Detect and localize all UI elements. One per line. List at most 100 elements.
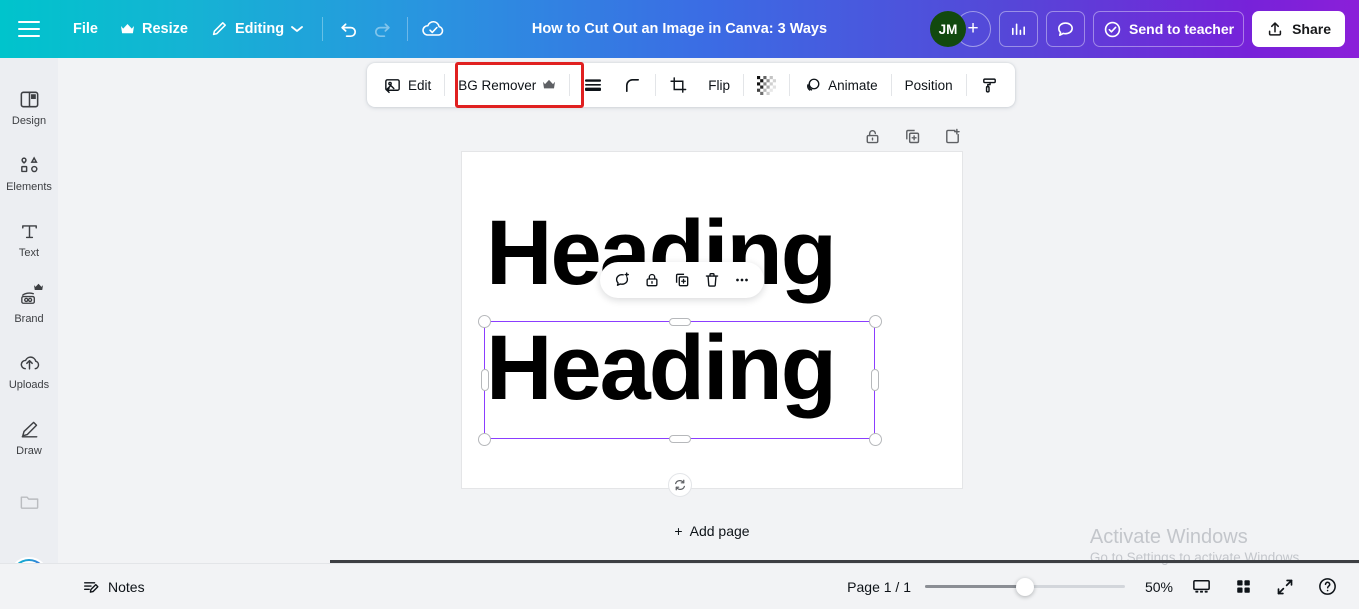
sidebar-item-label-text: Text: [18, 246, 40, 259]
toolbar-sep-5: [789, 74, 791, 96]
resize-handle-middle-right[interactable]: [870, 369, 879, 391]
lock-open-icon: [863, 127, 882, 146]
grid-view-icon: [1234, 577, 1253, 596]
undo-button[interactable]: [331, 12, 365, 46]
line-weight-icon: [583, 76, 603, 94]
check-circle-icon: [1103, 20, 1122, 39]
sidebar-item-draw[interactable]: Draw: [0, 404, 58, 470]
sidebar-item-label-design: Design: [11, 114, 47, 127]
animate-circles-icon: [803, 76, 822, 95]
sidebar-item-label-elements: Elements: [6, 180, 52, 193]
resize-handle-top-center[interactable]: [668, 317, 691, 326]
watermark-title: Activate Windows: [1089, 526, 1248, 548]
zoom-level-value[interactable]: 50%: [1139, 579, 1173, 595]
share-button[interactable]: Share: [1252, 11, 1345, 47]
folder-icon: [18, 490, 41, 513]
fullscreen-button[interactable]: [1271, 573, 1299, 601]
resize-handle-bottom-center[interactable]: [668, 434, 691, 443]
sidebar-item-projects[interactable]: [0, 470, 58, 536]
grid-view-button[interactable]: [1229, 573, 1257, 601]
resize-handle-top-right[interactable]: [868, 314, 882, 328]
page-tools: [858, 122, 966, 150]
left-sidebar-rail: Design Elements Text Brand Uploads Draw: [0, 58, 58, 609]
upload-icon: [1266, 20, 1284, 38]
rotate-handle-button[interactable]: [668, 473, 692, 497]
hamburger-menu-icon[interactable]: [18, 21, 40, 37]
more-options-button[interactable]: [728, 266, 756, 294]
duplicate-icon: [673, 271, 691, 289]
resize-handle-middle-left[interactable]: [480, 369, 489, 391]
bg-remover-label: BG Remover: [458, 77, 537, 93]
transparency-checker-icon: [757, 75, 777, 95]
speech-bubble-icon: [1056, 20, 1075, 39]
position-button[interactable]: Position: [895, 69, 963, 101]
page-add-button[interactable]: [938, 122, 966, 150]
editing-mode-button[interactable]: Editing: [199, 13, 314, 45]
sidebar-item-brand[interactable]: Brand: [0, 272, 58, 338]
page-duplicate-button[interactable]: [898, 122, 926, 150]
file-menu-button[interactable]: File: [62, 14, 109, 44]
sidebar-item-label-brand: Brand: [14, 312, 44, 325]
flip-button[interactable]: Flip: [698, 69, 740, 101]
toolbar-divider: [322, 17, 324, 41]
redo-button[interactable]: [365, 12, 399, 46]
bg-remover-button[interactable]: BG Remover: [448, 69, 566, 101]
transparency-button[interactable]: [747, 69, 786, 101]
lock-object-button[interactable]: [638, 266, 666, 294]
top-navigation-bar: File Resize Editing How to Cut Out an Im…: [0, 0, 1359, 58]
toolbar-sep-6: [890, 74, 892, 96]
crop-button[interactable]: [659, 69, 698, 101]
crown-icon: [542, 79, 556, 91]
insights-button[interactable]: [999, 11, 1039, 47]
duplicate-object-button[interactable]: [668, 266, 696, 294]
lock-icon: [643, 271, 661, 289]
sidebar-item-design[interactable]: Design: [0, 74, 58, 140]
zoom-slider[interactable]: [925, 577, 1125, 596]
object-toolbar: Edit BG Remover Flip Animate Position: [367, 63, 1015, 107]
resize-handle-bottom-left[interactable]: [477, 432, 491, 446]
resize-handle-bottom-right[interactable]: [868, 432, 882, 446]
image-edit-icon: [383, 76, 402, 95]
resize-button[interactable]: Resize: [109, 14, 199, 44]
add-page-icon: [943, 127, 962, 146]
page-counter: Page 1 / 1: [847, 578, 911, 595]
cloud-save-status-button[interactable]: [416, 12, 450, 46]
presentation-view-button[interactable]: [1187, 573, 1215, 601]
sidebar-item-uploads[interactable]: Uploads: [0, 338, 58, 404]
add-page-button[interactable]: + Add page: [462, 512, 962, 550]
add-comment-button[interactable]: [608, 266, 636, 294]
trash-icon: [703, 271, 721, 289]
send-to-teacher-button[interactable]: Send to teacher: [1093, 11, 1245, 47]
edit-image-button[interactable]: Edit: [373, 69, 441, 101]
avatar[interactable]: JM: [930, 11, 967, 47]
horizontal-scrollbar[interactable]: [330, 560, 1359, 563]
line-weight-button[interactable]: [573, 69, 613, 101]
comments-button[interactable]: [1046, 11, 1086, 47]
zoom-slider-thumb[interactable]: [1016, 577, 1034, 596]
resize-handle-top-left[interactable]: [477, 314, 491, 328]
undo-arrow-icon: [338, 19, 359, 40]
toolbar-sep-7: [965, 74, 967, 96]
duplicate-page-icon: [903, 127, 922, 146]
help-button[interactable]: [1313, 573, 1341, 601]
toolbar-sep-3: [655, 74, 657, 96]
canva-editor-window: File Resize Editing How to Cut Out an Im…: [0, 0, 1359, 609]
animate-button[interactable]: Animate: [793, 69, 888, 101]
sidebar-item-text[interactable]: Text: [0, 206, 58, 272]
layout-panel-icon: [18, 88, 41, 111]
sidebar-item-elements[interactable]: Elements: [0, 140, 58, 206]
more-dots-icon: [733, 271, 751, 289]
paint-roller-button[interactable]: [970, 69, 1009, 101]
bottom-bar-right: Page 1 / 1 50%: [847, 573, 1359, 601]
toolbar-sep-1: [444, 74, 446, 96]
delete-object-button[interactable]: [698, 266, 726, 294]
file-menu-label: File: [73, 21, 98, 37]
page-lock-button[interactable]: [858, 122, 886, 150]
selection-bounding-box[interactable]: [477, 314, 882, 446]
toolbar-divider-2: [407, 17, 409, 41]
text-t-icon: [18, 220, 41, 243]
corner-radius-button[interactable]: [613, 69, 652, 101]
corner-radius-icon: [623, 76, 642, 95]
notes-button[interactable]: Notes: [82, 578, 145, 596]
zoom-slider-fill: [925, 585, 1025, 588]
